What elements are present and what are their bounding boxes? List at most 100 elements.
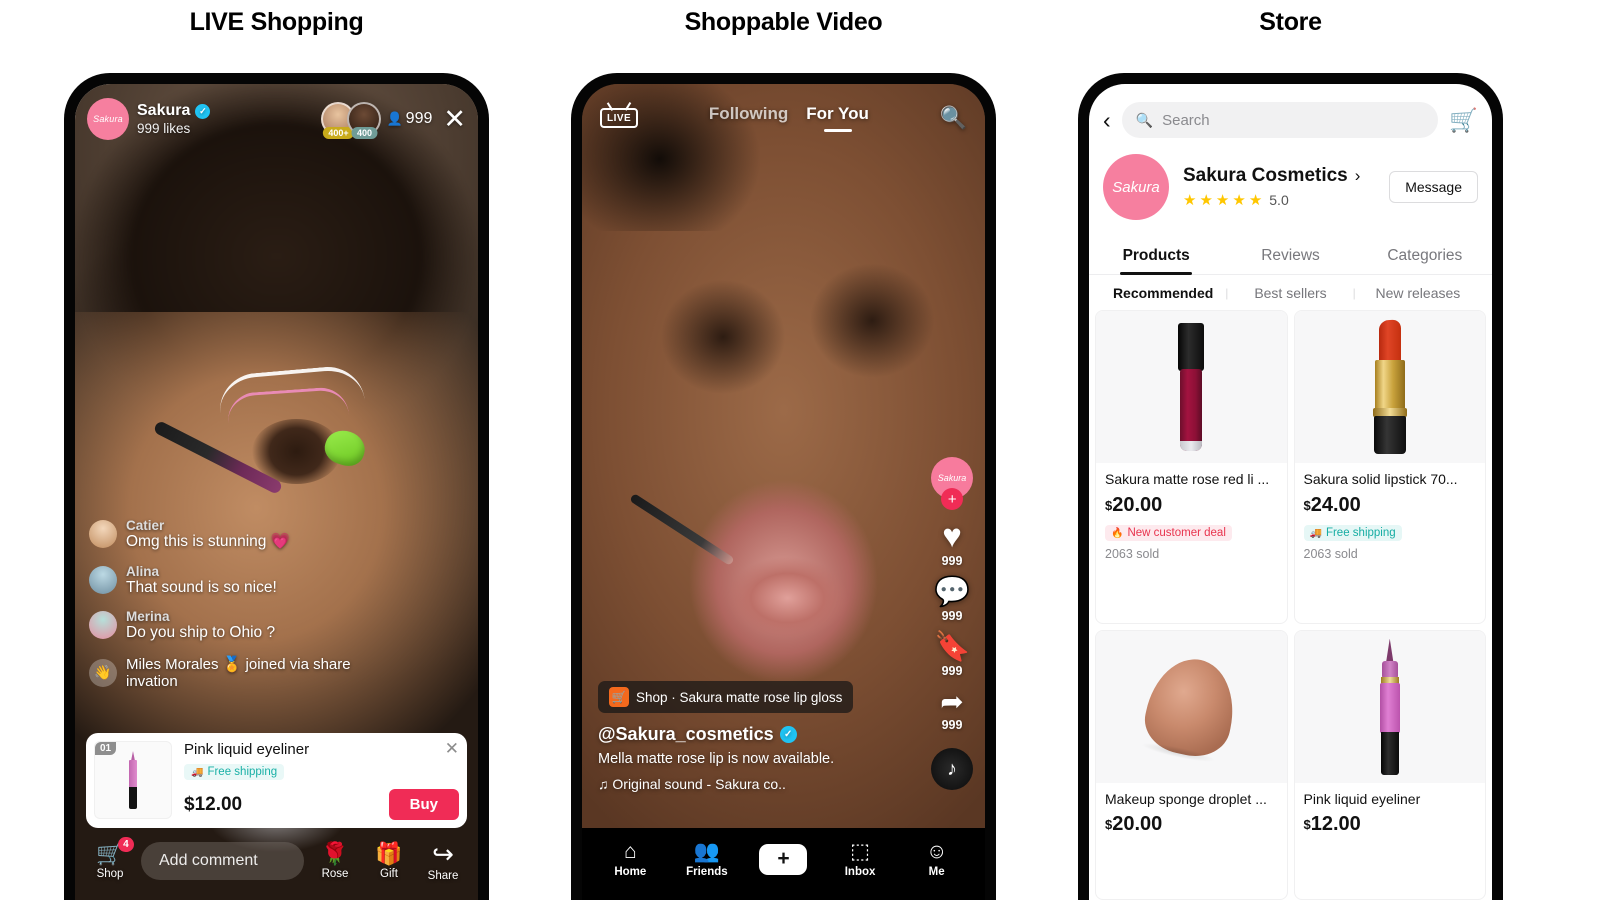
tab-me[interactable]: ☺ Me	[898, 841, 975, 878]
column-title-video: Shoppable Video	[684, 8, 883, 36]
search-input[interactable]: 🔍 Search	[1121, 102, 1439, 138]
tab-inbox[interactable]: ⬚ Inbox	[822, 841, 899, 878]
product-thumbnail[interactable]: 01	[94, 741, 172, 819]
comment-button[interactable]: 💬 999	[933, 576, 971, 624]
subtab-best-sellers[interactable]: Best sellers	[1228, 285, 1352, 301]
like-button[interactable]: ♥ 999	[942, 519, 963, 568]
subtab-new-releases[interactable]: New releases	[1356, 285, 1480, 301]
video-description: Mella matte rose lip is now available.	[598, 751, 835, 768]
shop-button[interactable]: 🛒 4 Shop	[87, 836, 134, 880]
makeup-sponge-art	[1139, 650, 1244, 763]
music-disc-icon[interactable]: ♪	[931, 748, 973, 790]
search-icon[interactable]: 🔍	[940, 105, 967, 131]
dismiss-product-card-icon[interactable]: ✕	[445, 739, 459, 759]
photo-lip-wand	[629, 492, 736, 566]
column-title-live: LIVE Shopping	[189, 8, 364, 36]
phone-frame-live: Sakura Sakura ✓ 999 likes 400+ 400 👤 999…	[64, 73, 489, 900]
product-price: $20.00	[1105, 494, 1278, 519]
host-info[interactable]: Sakura Sakura ✓ 999 likes	[87, 98, 211, 140]
shipping-truck-icon: 🚚	[1309, 527, 1322, 539]
message-button[interactable]: Message	[1389, 171, 1478, 203]
fire-icon: 🔥	[1111, 527, 1124, 539]
chat-text: Omg this is stunning 💗	[126, 533, 291, 551]
video-sound-label[interactable]: ♫ Original sound - Sakura co..	[598, 776, 868, 792]
video-tab-bar: ⌂ Home 👥 Friends + ⬚ Inbox ☺ Me	[582, 828, 985, 900]
chat-author: Alina	[126, 563, 160, 579]
product-name: Makeup sponge droplet ...	[1105, 790, 1267, 807]
product-sold-count: 2063 sold	[1303, 547, 1358, 562]
product-name: Pink liquid eyeliner	[1303, 790, 1421, 807]
avatar	[89, 611, 117, 640]
viewer-avatars[interactable]: 400+ 400	[321, 102, 382, 139]
store-name-row[interactable]: Sakura Cosmetics ›	[1183, 165, 1360, 187]
store-subtabs: Recommended | Best sellers | New release…	[1089, 275, 1492, 310]
price-value: 20.00	[1112, 493, 1163, 516]
plus-icon: +	[754, 843, 813, 875]
follow-button[interactable]: +	[941, 488, 963, 510]
tab-categories[interactable]: Categories	[1358, 236, 1492, 274]
live-product-card[interactable]: 01 ✕ Pink liquid eyeliner 🚚 Free shippin…	[86, 733, 467, 828]
product-card[interactable]: Makeup sponge droplet ... $20.00	[1095, 629, 1288, 900]
cart-icon[interactable]: 🛒	[1449, 107, 1478, 134]
viewer-avatar[interactable]: 400	[347, 102, 382, 139]
lipstick-art	[1370, 319, 1410, 454]
product-price: $20.00	[1105, 813, 1278, 838]
tab-products[interactable]: Products	[1089, 236, 1223, 274]
gift-button[interactable]: 🎁 Gift	[366, 842, 412, 880]
creator-handle-row[interactable]: @Sakura_cosmetics ✓	[598, 724, 868, 745]
tab-home[interactable]: ⌂ Home	[592, 841, 669, 878]
tab-me-label: Me	[928, 865, 945, 878]
share-button[interactable]: ↪ Share	[420, 841, 466, 882]
join-notice: 👋 Miles Morales 🏅 joined via share invat…	[89, 655, 389, 690]
product-title: Pink liquid eyeliner	[184, 741, 310, 758]
video-metadata: 🛒 Shop · Sakura matte rose lip gloss @Sa…	[598, 681, 868, 792]
chat-message: Catier Omg this is stunning 💗	[89, 518, 389, 552]
product-price-row: $12.00 Buy	[184, 789, 459, 820]
close-icon[interactable]: ✕	[443, 105, 466, 133]
shop-label: Shop	[96, 867, 124, 880]
promo-label: New customer deal	[1127, 527, 1226, 540]
star-icon: ★	[1232, 192, 1246, 209]
live-chat-list: Catier Omg this is stunning 💗 Alina That…	[89, 518, 389, 690]
bookmark-button[interactable]: 🔖 999	[934, 633, 970, 679]
tab-following[interactable]: Following	[709, 104, 788, 132]
share-button[interactable]: ➦ 999	[940, 688, 963, 733]
store-avatar[interactable]: Sakura	[1103, 154, 1169, 220]
chat-text: That sound is so nice!	[126, 578, 277, 596]
store-screen: ‹ 🔍 Search 🛒 Sakura Sakura Cosmetics › ★…	[1089, 84, 1492, 900]
product-price: $12.00	[1304, 813, 1477, 838]
creator-avatar[interactable]: Sakura +	[931, 457, 973, 510]
tab-for-you[interactable]: For You	[806, 104, 869, 132]
promo-label: Free shipping	[1325, 527, 1396, 540]
video-top-bar: LIVE Following For You 🔍	[582, 104, 985, 132]
chat-message: Alina That sound is so nice!	[89, 564, 389, 598]
live-tv-icon[interactable]: LIVE	[600, 108, 639, 128]
creator-handle: @Sakura_cosmetics	[598, 724, 774, 745]
home-icon: ⌂	[623, 839, 637, 863]
product-card[interactable]: Pink liquid eyeliner $12.00	[1293, 629, 1486, 900]
buy-button[interactable]: Buy	[388, 789, 459, 820]
host-avatar[interactable]: Sakura	[87, 98, 129, 140]
free-shipping-tag: 🚚 Free shipping	[184, 764, 285, 780]
tab-reviews[interactable]: Reviews	[1223, 236, 1357, 274]
product-image	[1096, 311, 1287, 463]
comment-bubble-icon: 💬	[933, 576, 971, 608]
rose-button[interactable]: 🌹 Rose	[312, 842, 358, 880]
product-card[interactable]: Sakura matte rose red li ... $20.00 🔥 Ne…	[1095, 310, 1288, 624]
chat-message: Merina Do you ship to Ohio ?	[89, 609, 389, 643]
product-card[interactable]: Sakura solid lipstick 70... $24.00 🚚 Fre…	[1293, 310, 1486, 624]
avatar	[89, 520, 117, 549]
viewer-summary[interactable]: 400+ 400 👤 999 ✕	[321, 102, 466, 139]
create-post-button[interactable]: +	[745, 843, 822, 875]
screenshot-root: LIVE Shopping Shoppable Video Store Saku…	[0, 0, 1600, 900]
shop-product-tag[interactable]: 🛒 Shop · Sakura matte rose lip gloss	[598, 681, 854, 714]
store-rating: ★ ★ ★ ★ ★ 5.0	[1183, 191, 1360, 209]
star-icon: ★	[1183, 192, 1197, 209]
product-name: Sakura solid lipstick 70...	[1303, 471, 1458, 487]
subtab-recommended[interactable]: Recommended	[1101, 285, 1225, 301]
back-icon[interactable]: ‹	[1103, 108, 1111, 132]
share-label: Share	[427, 869, 459, 882]
add-comment-input[interactable]: Add comment	[141, 842, 304, 880]
column-title-store: Store	[1259, 8, 1322, 36]
tab-friends[interactable]: 👥 Friends	[669, 841, 746, 878]
